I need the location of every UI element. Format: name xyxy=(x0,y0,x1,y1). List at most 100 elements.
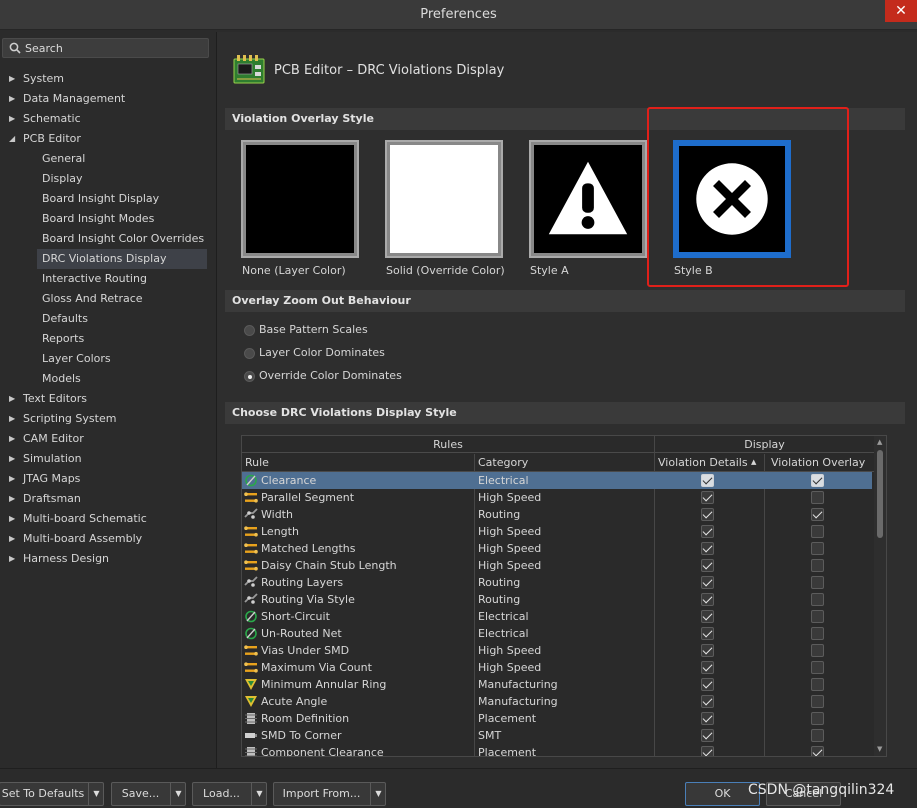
collapse-arrow-icon[interactable]: ◢ xyxy=(9,129,15,149)
expand-arrow-icon[interactable]: ▶ xyxy=(9,529,15,549)
violation-overlay-checkbox[interactable] xyxy=(811,610,824,623)
violation-details-checkbox[interactable] xyxy=(701,712,714,725)
violation-details-checkbox[interactable] xyxy=(701,610,714,623)
sidebar-item-models[interactable]: Models xyxy=(37,369,207,389)
table-row[interactable]: Maximum Via Count High Speed xyxy=(242,659,872,676)
table-row[interactable]: Daisy Chain Stub Length High Speed xyxy=(242,557,872,574)
table-scrollbar[interactable]: ▲ ▼ xyxy=(874,436,886,756)
radio-dot[interactable] xyxy=(244,348,255,359)
sidebar-item-reports[interactable]: Reports xyxy=(37,329,207,349)
violation-details-checkbox[interactable] xyxy=(701,644,714,657)
expand-arrow-icon[interactable]: ▶ xyxy=(9,489,15,509)
violation-details-checkbox[interactable] xyxy=(701,627,714,640)
expand-arrow-icon[interactable]: ▶ xyxy=(9,549,15,569)
expand-arrow-icon[interactable]: ▶ xyxy=(9,469,15,489)
sidebar-item-system[interactable]: ▶ System xyxy=(0,69,210,89)
table-row[interactable]: SMD To Corner SMT xyxy=(242,727,872,744)
expand-arrow-icon[interactable]: ▶ xyxy=(9,429,15,449)
sidebar-item-multi-board-assembly[interactable]: ▶ Multi-board Assembly xyxy=(0,529,210,549)
sidebar-item-simulation[interactable]: ▶ Simulation xyxy=(0,449,210,469)
sidebar-item-drc-violations-display[interactable]: DRC Violations Display xyxy=(37,249,207,269)
overlay-option-none[interactable] xyxy=(241,140,359,258)
expand-arrow-icon[interactable]: ▶ xyxy=(9,109,15,129)
expand-arrow-icon[interactable]: ▶ xyxy=(9,389,15,409)
table-row[interactable]: Matched Lengths High Speed xyxy=(242,540,872,557)
sidebar-item-interactive-routing[interactable]: Interactive Routing xyxy=(37,269,207,289)
title-bar[interactable]: Preferences ✕ xyxy=(0,0,917,30)
chevron-down-icon[interactable]: ▼ xyxy=(170,783,186,805)
violation-overlay-checkbox[interactable] xyxy=(811,678,824,691)
sidebar-item-layer-colors[interactable]: Layer Colors xyxy=(37,349,207,369)
sidebar-item-jtag-maps[interactable]: ▶ JTAG Maps xyxy=(0,469,210,489)
chevron-down-icon[interactable]: ▼ xyxy=(88,783,104,805)
violation-details-checkbox[interactable] xyxy=(701,474,714,487)
expand-arrow-icon[interactable]: ▶ xyxy=(9,509,15,529)
violation-overlay-checkbox[interactable] xyxy=(811,491,824,504)
scroll-down-icon[interactable]: ▼ xyxy=(877,745,882,753)
violation-details-checkbox[interactable] xyxy=(701,695,714,708)
table-row[interactable]: Routing Layers Routing xyxy=(242,574,872,591)
sidebar-item-scripting-system[interactable]: ▶ Scripting System xyxy=(0,409,210,429)
sidebar-item-text-editors[interactable]: ▶ Text Editors xyxy=(0,389,210,409)
table-row[interactable]: Length High Speed xyxy=(242,523,872,540)
column-header-violation-overlay[interactable]: Violation Overlay xyxy=(765,454,874,471)
table-row[interactable]: Width Routing xyxy=(242,506,872,523)
table-row[interactable]: Vias Under SMD High Speed xyxy=(242,642,872,659)
violation-overlay-checkbox[interactable] xyxy=(811,542,824,555)
overlay-option-style-a[interactable] xyxy=(529,140,647,258)
violation-overlay-checkbox[interactable] xyxy=(811,729,824,742)
sidebar-item-cam-editor[interactable]: ▶ CAM Editor xyxy=(0,429,210,449)
violation-details-checkbox[interactable] xyxy=(701,542,714,555)
load-button[interactable]: Load... ▼ xyxy=(192,782,267,806)
save-button[interactable]: Save... ▼ xyxy=(111,782,186,806)
scrollbar-thumb[interactable] xyxy=(877,450,883,538)
violation-overlay-checkbox[interactable] xyxy=(811,576,824,589)
violation-overlay-checkbox[interactable] xyxy=(811,593,824,606)
sidebar-item-display[interactable]: Display xyxy=(37,169,207,189)
expand-arrow-icon[interactable]: ▶ xyxy=(9,89,15,109)
import-from-button[interactable]: Import From... ▼ xyxy=(273,782,386,806)
radio-dot[interactable] xyxy=(244,371,255,382)
violation-details-checkbox[interactable] xyxy=(701,729,714,742)
expand-arrow-icon[interactable]: ▶ xyxy=(9,409,15,429)
sidebar-item-multi-board-schematic[interactable]: ▶ Multi-board Schematic xyxy=(0,509,210,529)
violation-overlay-checkbox[interactable] xyxy=(811,712,824,725)
violation-overlay-checkbox[interactable] xyxy=(811,627,824,640)
violation-overlay-checkbox[interactable] xyxy=(811,695,824,708)
violation-details-checkbox[interactable] xyxy=(701,491,714,504)
close-button[interactable]: ✕ xyxy=(885,0,917,22)
violation-overlay-checkbox[interactable] xyxy=(811,508,824,521)
table-row[interactable]: Component Clearance Placement xyxy=(242,744,872,756)
table-row[interactable]: Acute Angle Manufacturing xyxy=(242,693,872,710)
violation-details-checkbox[interactable] xyxy=(701,661,714,674)
chevron-down-icon[interactable]: ▼ xyxy=(370,783,386,805)
violation-details-checkbox[interactable] xyxy=(701,576,714,589)
table-row[interactable]: Clearance Electrical xyxy=(242,472,872,489)
column-header-rule[interactable]: Rule xyxy=(242,454,474,471)
violation-overlay-checkbox[interactable] xyxy=(811,559,824,572)
sidebar-item-draftsman[interactable]: ▶ Draftsman xyxy=(0,489,210,509)
violation-overlay-checkbox[interactable] xyxy=(811,746,824,756)
violation-details-checkbox[interactable] xyxy=(701,525,714,538)
set-to-defaults-button[interactable]: Set To Defaults ▼ xyxy=(0,782,104,806)
table-row[interactable]: Room Definition Placement xyxy=(242,710,872,727)
sidebar-item-data-management[interactable]: ▶ Data Management xyxy=(0,89,210,109)
violation-details-checkbox[interactable] xyxy=(701,508,714,521)
violation-details-checkbox[interactable] xyxy=(701,593,714,606)
table-row[interactable]: Minimum Annular Ring Manufacturing xyxy=(242,676,872,693)
violation-overlay-checkbox[interactable] xyxy=(811,644,824,657)
overlay-option-solid[interactable] xyxy=(385,140,503,258)
violation-overlay-checkbox[interactable] xyxy=(811,525,824,538)
sidebar-item-pcb-editor[interactable]: ◢ PCB Editor xyxy=(0,129,210,149)
table-row[interactable]: Routing Via Style Routing xyxy=(242,591,872,608)
sidebar-item-schematic[interactable]: ▶ Schematic xyxy=(0,109,210,129)
sidebar-item-gloss-and-retrace[interactable]: Gloss And Retrace xyxy=(37,289,207,309)
sidebar-item-board-insight-color-overrides[interactable]: Board Insight Color Overrides xyxy=(37,229,207,249)
sidebar-item-board-insight-display[interactable]: Board Insight Display xyxy=(37,189,207,209)
violation-overlay-checkbox[interactable] xyxy=(811,474,824,487)
table-row[interactable]: Parallel Segment High Speed xyxy=(242,489,872,506)
expand-arrow-icon[interactable]: ▶ xyxy=(9,69,15,89)
sidebar-item-defaults[interactable]: Defaults xyxy=(37,309,207,329)
table-row[interactable]: Short-Circuit Electrical xyxy=(242,608,872,625)
sidebar-item-board-insight-modes[interactable]: Board Insight Modes xyxy=(37,209,207,229)
